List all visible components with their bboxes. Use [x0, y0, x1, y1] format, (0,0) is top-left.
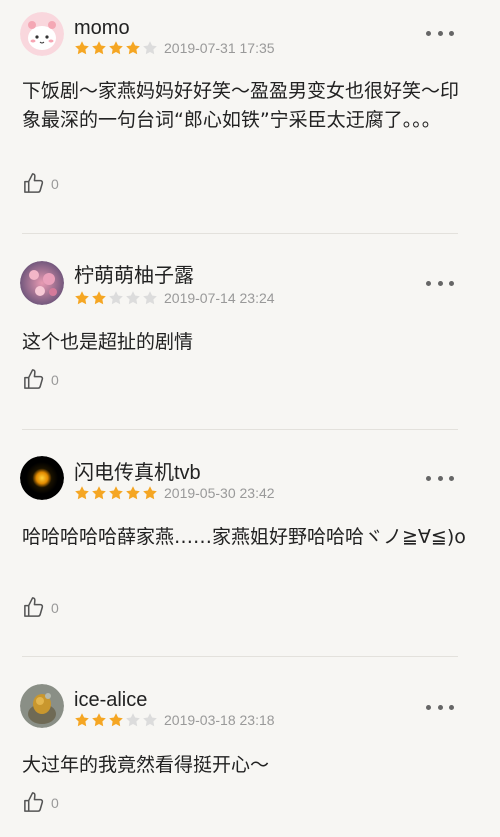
star-filled-icon [109, 713, 123, 727]
review-item: 闪电传真机tvb 2019-05-30 23:42 哈哈哈哈哈薛家燕……家燕姐好… [0, 430, 500, 656]
thumbs-up-icon [24, 369, 44, 389]
like-button[interactable]: 0 [22, 596, 59, 619]
review-item: momo 2019-07-31 17:35 下饭剧～家燕妈妈好好笑～盈盈男变女也… [0, 0, 500, 215]
star-filled-icon [92, 291, 106, 305]
username[interactable]: momo [74, 16, 130, 40]
username[interactable]: ice-alice [74, 688, 147, 712]
username[interactable]: 柠萌萌柚子露 [74, 264, 194, 288]
star-empty-icon [126, 291, 140, 305]
star-filled-icon [75, 291, 89, 305]
more-options-button[interactable] [426, 26, 454, 40]
review-content: 这个也是超扯的剧情 [22, 331, 194, 353]
more-dots-icon [426, 30, 431, 36]
timestamp: 2019-05-30 23:42 [164, 485, 275, 501]
star-filled-icon [109, 41, 123, 55]
star-filled-icon [75, 486, 89, 500]
thumbs-up-icon [24, 597, 44, 617]
star-empty-icon [109, 291, 123, 305]
thumbs-up-icon [24, 792, 44, 812]
star-filled-icon [75, 41, 89, 55]
like-button[interactable]: 0 [22, 172, 59, 195]
timestamp: 2019-07-14 23:24 [164, 290, 275, 306]
timestamp: 2019-07-31 17:35 [164, 40, 275, 56]
star-filled-icon [92, 486, 106, 500]
like-count: 0 [51, 175, 59, 192]
star-filled-icon [92, 41, 106, 55]
star-rating [74, 40, 158, 56]
avatar[interactable] [20, 12, 64, 56]
review-item: 柠萌萌柚子露 2019-07-14 23:24 这个也是超扯的剧情 0 [0, 234, 500, 430]
review-content: 下饭剧～家燕妈妈好好笑～盈盈男变女也很好笑～印象最深的一句台词“郎心如铁”宁采臣… [22, 80, 460, 131]
like-button[interactable]: 0 [22, 791, 59, 814]
like-count: 0 [51, 794, 59, 811]
star-filled-icon [143, 486, 157, 500]
star-rating [74, 712, 158, 728]
star-empty-icon [143, 713, 157, 727]
more-dots-icon [426, 475, 431, 481]
star-empty-icon [126, 713, 140, 727]
star-rating [74, 485, 158, 501]
review-item: ice-alice 2019-03-18 23:18 大过年的我竟然看得挺开心～… [0, 657, 500, 837]
star-filled-icon [92, 713, 106, 727]
like-count: 0 [51, 371, 59, 388]
timestamp: 2019-03-18 23:18 [164, 712, 275, 728]
more-dots-icon [426, 704, 431, 710]
star-filled-icon [126, 41, 140, 55]
star-filled-icon [109, 486, 123, 500]
like-count: 0 [51, 599, 59, 616]
more-options-button[interactable] [426, 276, 454, 290]
star-rating [74, 290, 158, 306]
avatar[interactable] [20, 261, 64, 305]
like-button[interactable]: 0 [22, 368, 59, 391]
thumbs-up-icon [24, 173, 44, 193]
more-dots-icon [426, 280, 431, 286]
review-feed: momo 2019-07-31 17:35 下饭剧～家燕妈妈好好笑～盈盈男变女也… [0, 0, 500, 837]
star-filled-icon [126, 486, 140, 500]
username[interactable]: 闪电传真机tvb [74, 461, 201, 485]
star-filled-icon [75, 713, 89, 727]
review-content: 哈哈哈哈哈薛家燕……家燕姐好野哈哈哈ヾノ≧∀≦)o [22, 526, 466, 548]
star-empty-icon [143, 41, 157, 55]
avatar[interactable] [20, 684, 64, 728]
more-options-button[interactable] [426, 700, 454, 714]
avatar[interactable] [20, 456, 64, 500]
star-empty-icon [143, 291, 157, 305]
review-content: 大过年的我竟然看得挺开心～ [22, 754, 270, 776]
more-options-button[interactable] [426, 471, 454, 485]
